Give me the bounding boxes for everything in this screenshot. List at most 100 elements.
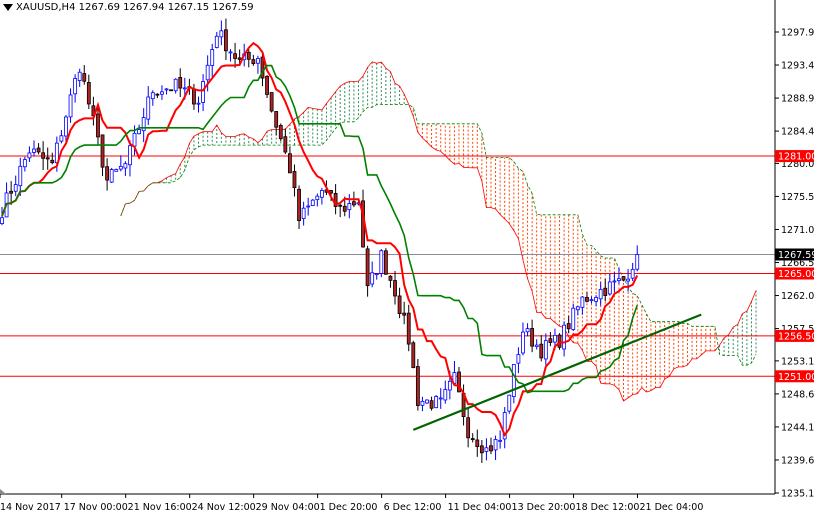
candle-body	[443, 389, 448, 401]
x-tick-label: 13 Dec 20:00	[512, 502, 576, 513]
candle-body	[420, 400, 425, 406]
x-tick-label: 29 Nov 04:00	[256, 502, 320, 513]
candle	[475, 429, 480, 457]
candle	[525, 323, 530, 337]
candle	[443, 380, 448, 404]
candle-body	[566, 323, 571, 330]
candle-body	[562, 324, 567, 350]
x-tick-label: 17 Nov 00:00	[64, 502, 128, 513]
candle-body	[141, 117, 146, 132]
candle	[150, 90, 155, 106]
candle	[123, 161, 128, 176]
candle-body	[228, 51, 233, 54]
candle	[301, 201, 306, 226]
candle	[534, 339, 539, 350]
candle-body	[589, 299, 594, 302]
candle-body	[118, 166, 123, 170]
candle-body	[630, 268, 635, 279]
price-tag-label: 1267.59	[778, 250, 814, 261]
candle-body	[96, 113, 100, 138]
candle	[617, 267, 621, 285]
candle	[466, 407, 471, 448]
candle-body	[292, 171, 297, 189]
candle	[548, 332, 553, 347]
candle-body	[160, 91, 164, 95]
x-tick-label: 1 Dec 20:00	[320, 502, 378, 513]
candle	[429, 396, 434, 411]
candle-body	[214, 35, 219, 48]
candle-body	[137, 129, 142, 135]
candle-body	[466, 417, 471, 439]
candle	[479, 439, 484, 463]
candle-body	[557, 334, 562, 348]
candle	[164, 88, 169, 95]
candle-body	[594, 297, 598, 302]
candle	[178, 68, 183, 98]
candle	[22, 156, 27, 172]
candle-body	[246, 51, 251, 60]
candle	[41, 141, 46, 170]
candle	[36, 143, 41, 155]
candle-body	[370, 272, 375, 285]
candle-body	[319, 190, 324, 198]
candle-body	[607, 281, 612, 295]
candle	[319, 187, 324, 205]
candle	[105, 158, 110, 191]
candle	[27, 146, 32, 162]
candle-body	[347, 203, 352, 211]
candle	[288, 146, 292, 174]
candle-body	[571, 307, 576, 330]
candle-body	[507, 394, 512, 412]
candle-body	[278, 125, 283, 140]
candle-body	[383, 250, 388, 275]
candle	[589, 296, 594, 304]
chart-title: XAUUSD,H4 1267.69 1267.94 1267.15 1267.5…	[16, 2, 254, 13]
candle-body	[516, 354, 521, 364]
scroll-marker-icon	[0, 489, 6, 494]
candle	[128, 140, 132, 177]
ohlc-values: 1267.69 1267.94 1267.15 1267.59	[78, 2, 254, 13]
candle-body	[447, 380, 452, 391]
candle-body	[438, 397, 443, 400]
candle-body	[114, 169, 119, 172]
candle-body	[612, 280, 617, 283]
candle-body	[411, 342, 416, 368]
candle	[155, 93, 160, 99]
y-tick-label: 1293.40	[781, 61, 814, 72]
candle	[100, 134, 105, 177]
candle-body	[310, 199, 315, 206]
price-tag-label: 1265.00	[778, 269, 814, 280]
candle	[489, 437, 493, 455]
candle-body	[379, 250, 384, 274]
candle	[45, 147, 50, 170]
candle	[333, 184, 338, 215]
candle-body	[210, 49, 215, 66]
candle	[50, 152, 55, 165]
candle	[388, 275, 393, 288]
candle	[521, 322, 525, 356]
candle-body	[402, 312, 407, 316]
candle	[374, 273, 379, 280]
y-tick-label: 1284.40	[781, 127, 814, 138]
candle	[169, 89, 173, 92]
candle	[516, 347, 521, 374]
candle	[511, 364, 516, 404]
candle	[224, 18, 228, 61]
candle-body	[237, 57, 242, 60]
candle-body	[224, 29, 228, 52]
price-chart[interactable]: 1297.901293.401288.901284.401280.001275.…	[0, 0, 814, 514]
candle	[246, 49, 251, 68]
candle-body	[397, 295, 402, 315]
candle-body	[534, 344, 539, 348]
candle	[470, 433, 475, 443]
candle-body	[178, 76, 183, 89]
candle	[173, 78, 178, 94]
candle	[297, 185, 301, 230]
candle	[265, 75, 269, 98]
candle-body	[109, 169, 114, 183]
candle-body	[374, 273, 379, 276]
candle-body	[205, 64, 210, 81]
candle-body	[283, 136, 288, 153]
candle	[160, 85, 164, 100]
candle-body	[415, 366, 420, 406]
